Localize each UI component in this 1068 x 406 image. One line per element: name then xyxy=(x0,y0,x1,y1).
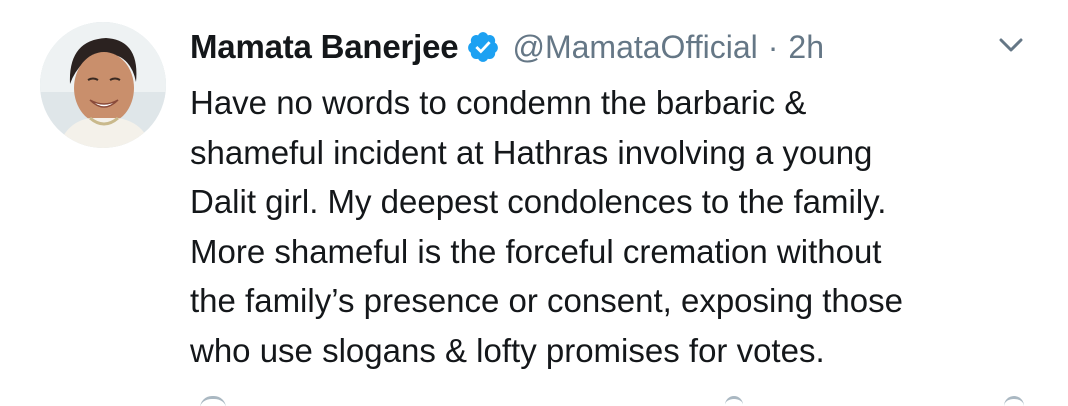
tweet-header: Mamata Banerjee @MamataOfficial · 2h xyxy=(190,22,824,72)
author-name[interactable]: Mamata Banerjee xyxy=(190,28,459,66)
tweet-text: Have no words to condemn the barbaric & … xyxy=(190,78,1050,375)
verified-badge-icon xyxy=(466,30,500,64)
reply-icon[interactable] xyxy=(200,396,226,406)
like-icon[interactable] xyxy=(725,396,743,406)
tweet-text-line: Have no words to condemn the barbaric & xyxy=(190,84,807,121)
chevron-down-icon[interactable] xyxy=(996,30,1026,60)
action-bar xyxy=(0,396,1068,406)
avatar[interactable] xyxy=(40,22,166,148)
separator-dot: · xyxy=(767,28,779,65)
tweet-text-line: Dalit girl. My deepest condolences to th… xyxy=(190,183,887,220)
author-handle[interactable]: @MamataOfficial xyxy=(512,29,757,66)
tweet-text-line: More shameful is the forceful cremation … xyxy=(190,232,882,270)
tweet-text-line: who use slogans & lofty promises for vot… xyxy=(190,331,825,369)
share-icon[interactable] xyxy=(1004,396,1024,406)
tweet-text-line: the family’s presence or consent, exposi… xyxy=(190,282,903,319)
tweet-text-line: shameful incident at Hathras involving a… xyxy=(190,133,873,171)
timestamp[interactable]: 2h xyxy=(788,29,824,66)
tweet-card[interactable]: Mamata Banerjee @MamataOfficial · 2h Hav… xyxy=(0,0,1068,406)
avatar-image xyxy=(40,22,166,148)
